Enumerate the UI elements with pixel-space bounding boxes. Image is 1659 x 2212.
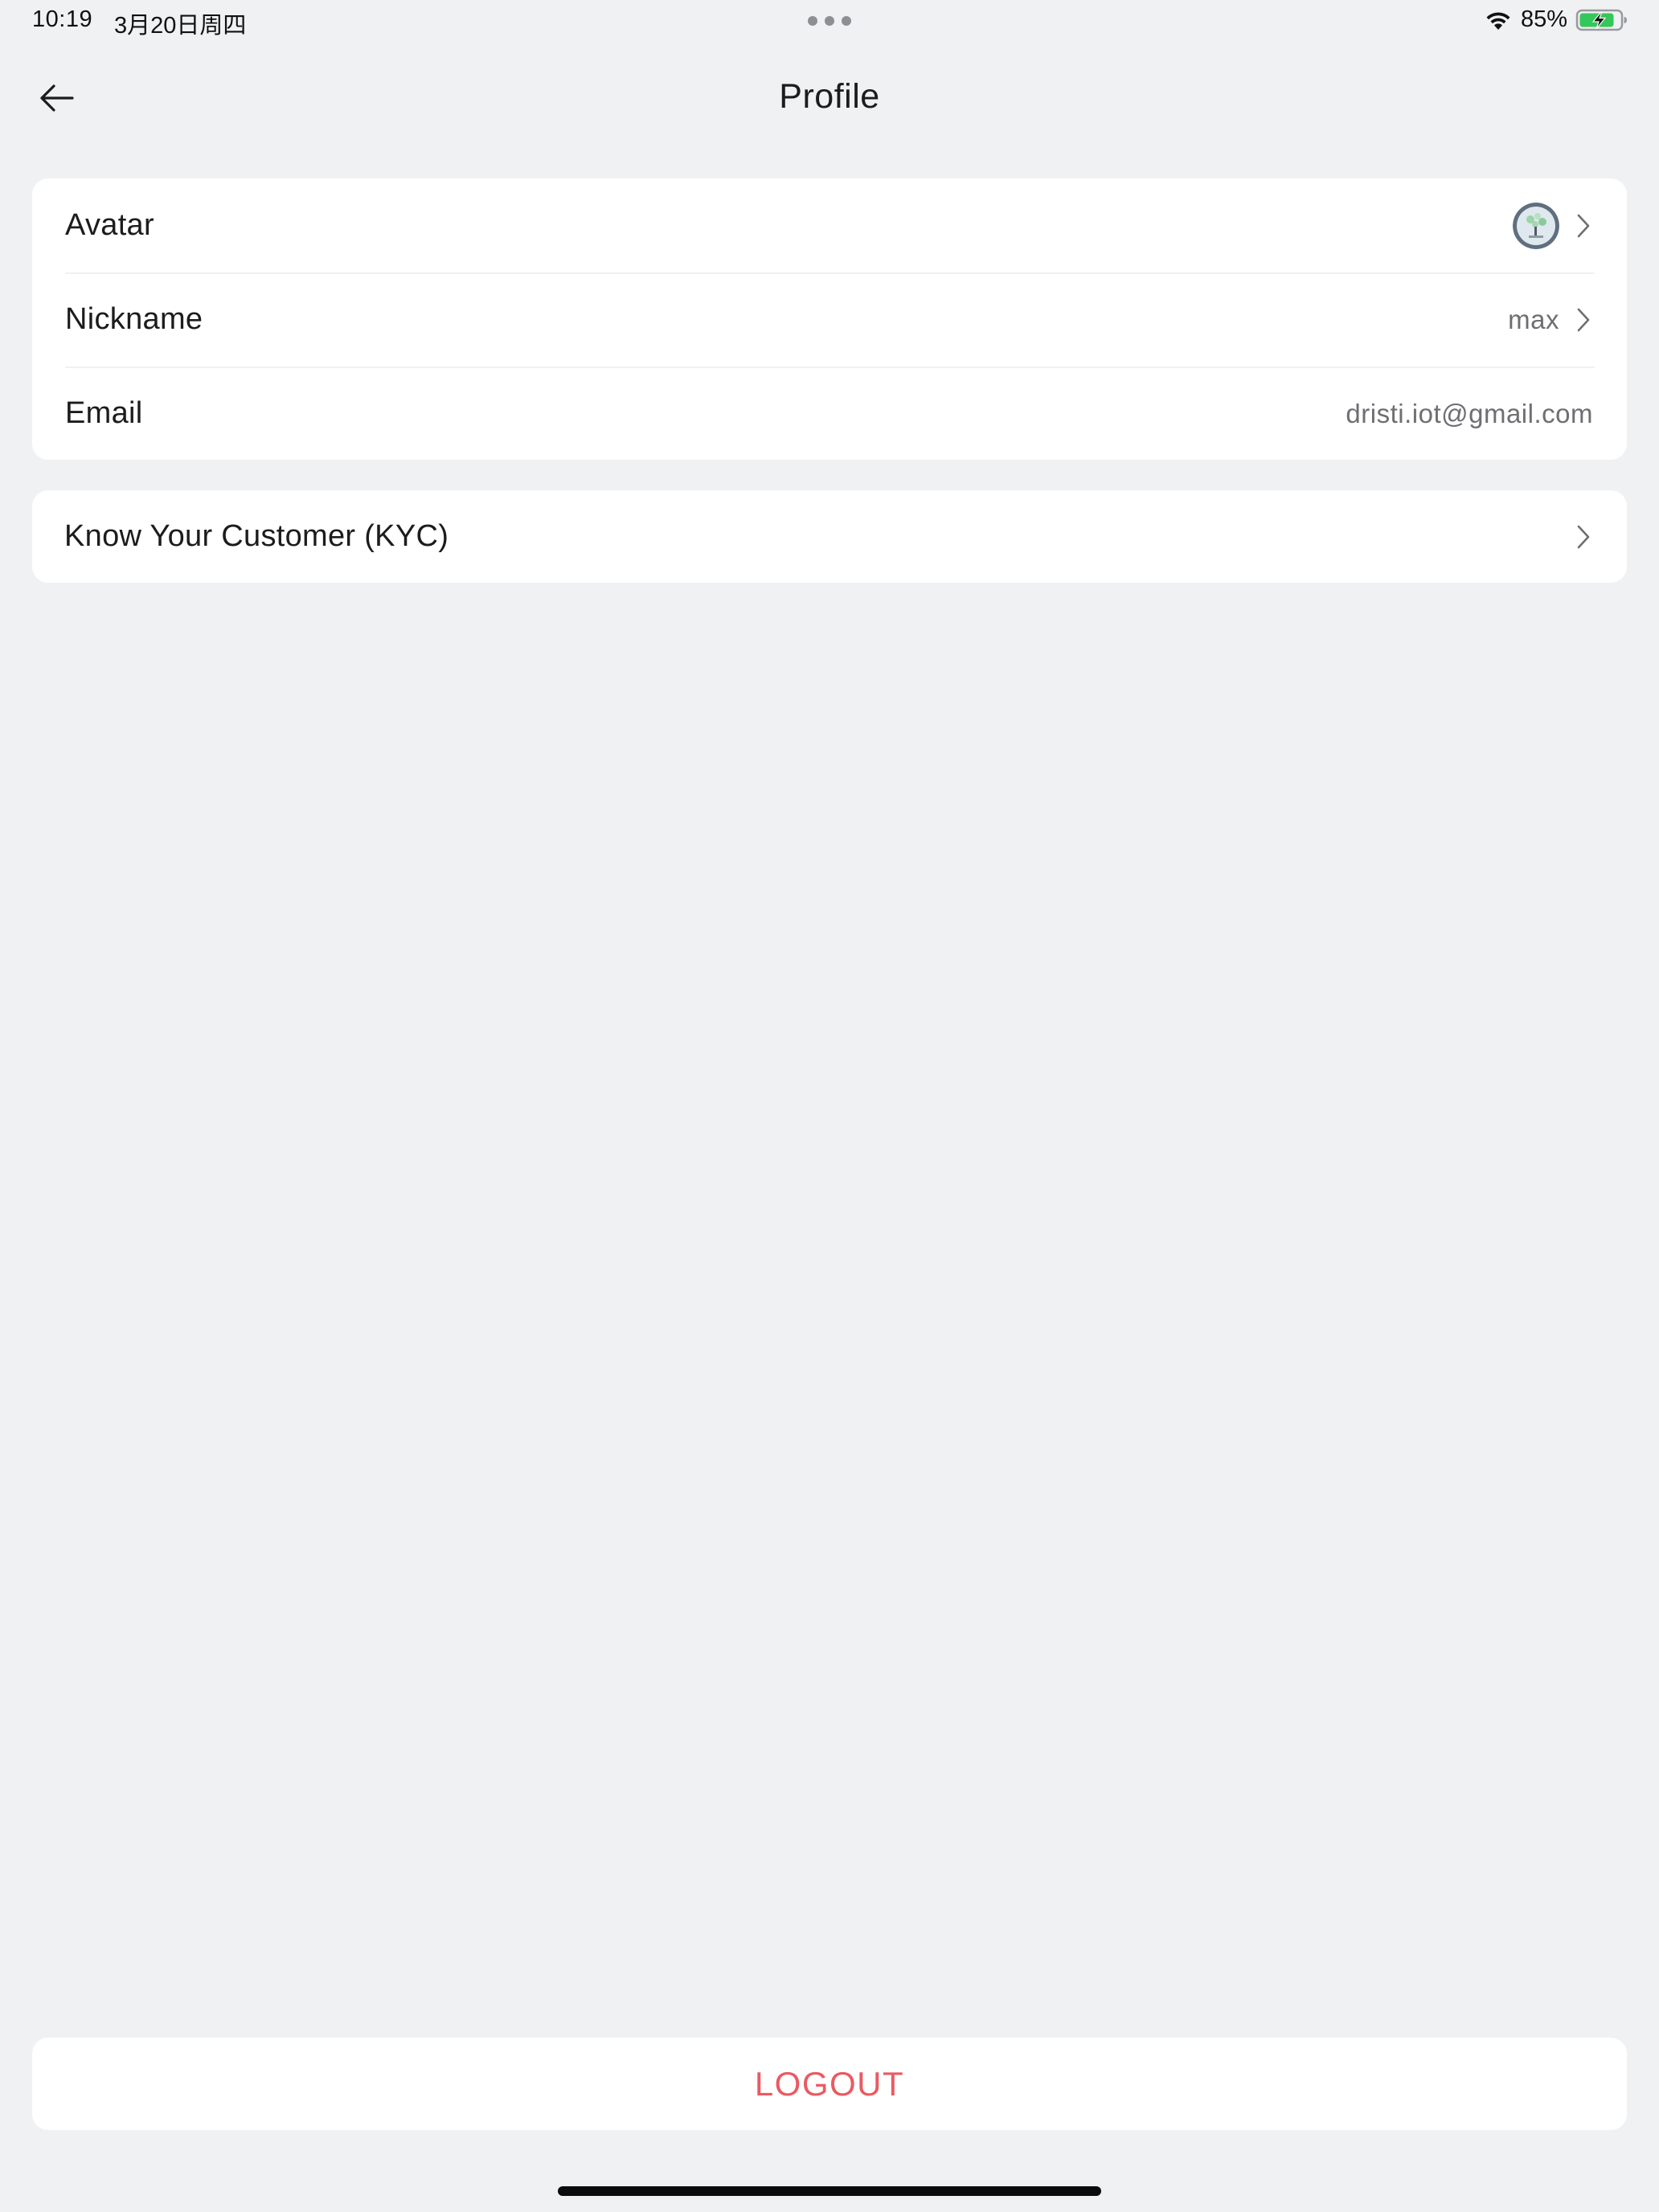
email-row: Email dristi.iot@gmail.com xyxy=(32,367,1627,460)
nav-bar: Profile xyxy=(0,56,1659,137)
profile-card: Avatar Nickname max Email dristi.iot@gma… xyxy=(32,178,1627,460)
avatar[interactable] xyxy=(1513,202,1559,249)
avatar-label: Avatar xyxy=(65,208,154,242)
chevron-right-icon xyxy=(1574,210,1593,242)
status-time: 10:19 xyxy=(32,6,93,32)
kyc-label: Know Your Customer (KYC) xyxy=(64,519,449,553)
status-indicators: 85% xyxy=(1484,6,1628,33)
logout-button[interactable]: LOGOUT xyxy=(32,2038,1627,2130)
email-value: dristi.iot@gmail.com xyxy=(1346,398,1593,428)
nickname-row[interactable]: Nickname max xyxy=(32,272,1627,367)
battery-charging-icon xyxy=(1575,8,1628,32)
page-title: Profile xyxy=(779,77,880,116)
kyc-row[interactable]: Know Your Customer (KYC) xyxy=(32,490,1627,583)
multitasking-dots-icon[interactable] xyxy=(808,16,851,26)
email-label: Email xyxy=(65,396,143,430)
chevron-right-icon xyxy=(1574,304,1593,336)
status-date: 3月20日周四 xyxy=(114,13,247,39)
chevron-right-icon xyxy=(1574,521,1593,553)
nickname-label: Nickname xyxy=(65,302,203,336)
home-indicator[interactable] xyxy=(558,2186,1101,2196)
wifi-icon xyxy=(1484,9,1513,31)
kyc-card: Know Your Customer (KYC) xyxy=(32,490,1627,583)
status-bar: 10:19 3月20日周四 85% xyxy=(0,0,1659,45)
nickname-value: max xyxy=(1508,304,1559,334)
battery-percent: 85% xyxy=(1520,6,1567,32)
avatar-row[interactable]: Avatar xyxy=(32,178,1627,272)
